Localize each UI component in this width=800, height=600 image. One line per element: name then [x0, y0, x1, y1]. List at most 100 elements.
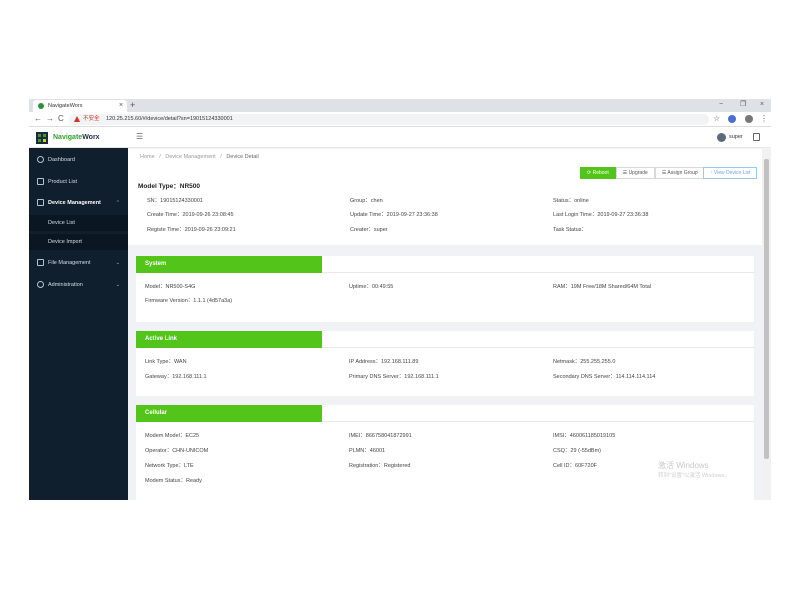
- main-content: ☰ super Home / Device Management / Devic…: [128, 128, 771, 500]
- url-text: 120.25.215.60/#/device/detail?sn=1901512…: [106, 116, 233, 122]
- status-field: Status：online: [553, 198, 589, 204]
- scroll-thumb[interactable]: [764, 159, 769, 459]
- url-field[interactable]: 不安全 120.25.215.60/#/device/detail?sn=190…: [69, 114, 709, 125]
- top-bar: ☰ super: [128, 128, 771, 148]
- forward-button[interactable]: →: [46, 113, 54, 125]
- ip-address-field: IP Address：192.168.111.89: [349, 359, 419, 365]
- update-time-field: Update Time：2019-09-27 23:36:38: [350, 212, 438, 218]
- firmware-field: Firmware Version：1.1.1 (4d57a3a): [145, 298, 233, 304]
- sidebar-item-label: Administration: [48, 282, 83, 288]
- reload-button[interactable]: C: [58, 113, 64, 125]
- logout-icon[interactable]: [753, 133, 760, 141]
- back-button[interactable]: ←: [34, 113, 42, 125]
- assign-group-button[interactable]: ☰ Assign Group: [654, 167, 705, 179]
- creater-field: Creater：super: [350, 227, 388, 233]
- breadcrumb-device-management[interactable]: Device Management: [165, 154, 215, 160]
- model-field: Model：NR500-S4G: [145, 284, 196, 290]
- sidebar-item-administration[interactable]: Administration ⌄: [29, 277, 128, 293]
- modem-status-field: Modem Status：Ready: [145, 478, 202, 484]
- sidebar-item-product-list[interactable]: Product List: [29, 174, 128, 190]
- submenu-label: Device List: [48, 220, 75, 226]
- product-icon: [37, 178, 44, 185]
- new-tab-button[interactable]: +: [130, 99, 135, 111]
- uptime-field: Uptime：00:49:55: [349, 284, 394, 290]
- maximize-button[interactable]: ❐: [740, 99, 746, 111]
- imei-field: IMEI：866758041872991: [349, 433, 412, 439]
- sidebar-item-label: Device Management: [48, 200, 101, 206]
- section-title: System: [145, 261, 167, 267]
- breadcrumb-separator: /: [159, 154, 161, 160]
- browser-window: NavigateWorx × + − ❐ × ← → C 不安全 120.25.…: [29, 99, 771, 500]
- device-header-card: Home / Device Management / Device Detail…: [128, 149, 771, 245]
- model-type-title: Model Type：NR500: [138, 183, 201, 190]
- breadcrumb-separator: /: [220, 154, 222, 160]
- extension-icon[interactable]: [728, 115, 736, 123]
- bookmark-star-icon[interactable]: ☆: [713, 113, 720, 125]
- sidebar-item-label: Product List: [48, 179, 78, 185]
- submenu-label: Device Import: [48, 239, 82, 245]
- task-status-field: Task Status：: [553, 227, 587, 233]
- sidebar-item-dashboard[interactable]: Dashboard: [29, 152, 128, 168]
- section-title: Active Link: [145, 336, 178, 342]
- section-title: Cellular: [145, 410, 168, 416]
- chevron-down-icon: ⌄: [115, 260, 120, 266]
- network-type-field: Network Type：LTE: [145, 463, 194, 469]
- sidebar-item-device-import[interactable]: Device Import: [29, 234, 128, 250]
- tab-title: NavigateWorx: [48, 103, 83, 109]
- user-name[interactable]: super: [729, 132, 743, 143]
- register-time-field: Registe Time：2019-09-26 23:09:21: [147, 227, 236, 233]
- sidebar-item-label: Dashboard: [48, 157, 75, 163]
- action-buttons: ⟳ Reboot ☰ Upgrade ☰ Assign Group: [580, 167, 705, 179]
- netmask-field: Netmask：255.255.255.0: [553, 359, 616, 365]
- section-header: Active Link: [136, 331, 754, 348]
- browser-menu-icon[interactable]: ⋮: [760, 113, 768, 125]
- plmn-field: PLMN：46001: [349, 448, 386, 454]
- avatar[interactable]: [717, 133, 726, 142]
- operator-field: Operator：CHN-UNICOM: [145, 448, 209, 454]
- ram-field: RAM：19M Free/18M Shared/64M Total: [553, 284, 652, 290]
- cellular-section: Cellular Modem Model：EC25 IMEI：866758041…: [136, 405, 754, 500]
- sidebar: NavigateWorx Dashboard Product List Devi…: [29, 128, 128, 500]
- create-time-field: Create Time：2019-09-26 23:08:45: [147, 212, 234, 218]
- breadcrumb-home[interactable]: Home: [140, 154, 155, 160]
- chevron-up-icon: ⌃: [115, 200, 120, 206]
- close-window-button[interactable]: ×: [760, 99, 764, 111]
- insecure-label: 不安全: [83, 116, 100, 122]
- imsi-field: IMSI：460061185019105: [553, 433, 616, 439]
- sidebar-item-device-list[interactable]: Device List: [29, 215, 128, 231]
- favicon-icon: [38, 103, 44, 109]
- group-field: Group：chen: [350, 198, 383, 204]
- logo[interactable]: NavigateWorx: [29, 128, 128, 148]
- tab-close-icon[interactable]: ×: [119, 101, 123, 111]
- secondary-dns-field: Secondary DNS Server：114.114.114.114: [553, 374, 656, 380]
- minimize-button[interactable]: −: [719, 99, 723, 111]
- activation-watermark-title: 激活 Windows: [658, 461, 709, 470]
- primary-dns-field: Primary DNS Server：192.168.111.1: [349, 374, 439, 380]
- last-login-time-field: Last Login Time：2019-09-27 23:36:38: [553, 212, 649, 218]
- breadcrumb: Home / Device Management / Device Detail: [140, 152, 259, 162]
- section-tab: Active Link: [136, 331, 322, 348]
- breadcrumb-current: Device Detail: [226, 154, 259, 160]
- modem-model-field: Modem Model：EC25: [145, 433, 200, 439]
- view-device-list-button[interactable]: ↑ View Device List: [703, 167, 758, 179]
- menu-toggle-icon[interactable]: ☰: [136, 132, 143, 142]
- folder-icon: [37, 259, 44, 266]
- sn-field: SN：19015124330001: [147, 198, 203, 204]
- reboot-button[interactable]: ⟳ Reboot: [580, 167, 616, 179]
- browser-tab[interactable]: NavigateWorx ×: [33, 100, 127, 112]
- gateway-field: Gateway：192.168.111.1: [145, 374, 207, 380]
- sidebar-item-device-management[interactable]: Device Management ⌃: [29, 195, 128, 211]
- logo-icon: [36, 132, 48, 144]
- active-link-section: Active Link Link Type：WAN IP Address：192…: [136, 331, 754, 396]
- chevron-down-icon: ⌄: [115, 282, 120, 288]
- warning-icon: [74, 116, 80, 122]
- scrollbar[interactable]: [762, 149, 771, 500]
- device-icon: [37, 199, 44, 206]
- upgrade-button[interactable]: ☰ Upgrade: [615, 167, 655, 179]
- system-section: System Model：NR500-S4G Uptime：00:49:55 R…: [136, 256, 754, 322]
- link-type-field: Link Type：WAN: [145, 359, 187, 365]
- profile-icon[interactable]: [745, 115, 753, 123]
- section-tab: System: [136, 256, 322, 273]
- sidebar-item-file-management[interactable]: File Management ⌄: [29, 255, 128, 271]
- cell-id-field: Cell ID：60F720F: [553, 463, 598, 469]
